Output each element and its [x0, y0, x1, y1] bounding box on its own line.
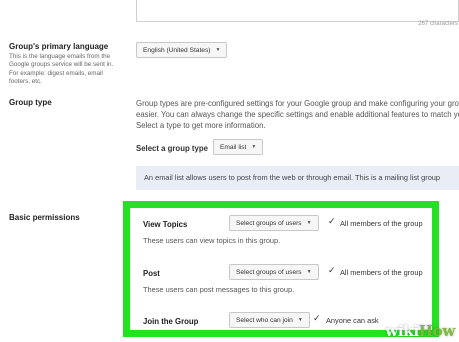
- checkmark-icon: ✓: [313, 313, 321, 323]
- language-label: Group's primary language: [9, 42, 109, 51]
- wikihow-logo-how: How: [418, 322, 456, 340]
- caret-down-icon: ▼: [306, 220, 312, 226]
- group-type-info-text: An email list allows users to post from …: [144, 173, 441, 182]
- join-group-value: Anyone can ask: [326, 316, 379, 325]
- group-type-value: Email list: [220, 143, 247, 151]
- checkmark-icon: ✓: [328, 265, 336, 275]
- view-topics-dropdown[interactable]: Select groups of users ▼: [229, 215, 319, 231]
- join-group-select-label: Select who can join: [236, 316, 293, 324]
- view-topics-description: These users can view topics in this grou…: [143, 236, 281, 245]
- language-value: English (United States): [143, 46, 211, 54]
- description-textarea[interactable]: 267 characters: [136, 0, 459, 27]
- caret-down-icon: ▼: [306, 269, 312, 275]
- permissions-panel: View Topics Select groups of users ▼ ✓ A…: [123, 201, 439, 337]
- group-type-dropdown[interactable]: Email list ▼: [213, 139, 264, 155]
- post-value: All members of the group: [340, 268, 423, 277]
- view-topics-value: All members of the group: [340, 219, 423, 228]
- language-description: This is the language emails from the Goo…: [9, 53, 114, 86]
- group-type-description-3: Select a type to get more information.: [136, 121, 266, 130]
- language-dropdown[interactable]: English (United States) ▼: [136, 42, 228, 58]
- group-type-select-label: Select a group type: [136, 144, 208, 153]
- group-type-label: Group type: [9, 98, 52, 107]
- view-topics-title: View Topics: [143, 220, 188, 229]
- wikihow-logo: wikiHow: [385, 322, 455, 340]
- post-title: Post: [143, 269, 160, 278]
- post-dropdown[interactable]: Select groups of users ▼: [229, 264, 319, 280]
- caret-down-icon: ▼: [215, 47, 221, 53]
- join-group-title: Join the Group: [143, 317, 199, 326]
- post-select-label: Select groups of users: [236, 268, 302, 276]
- join-group-dropdown[interactable]: Select who can join ▼: [229, 312, 310, 328]
- group-type-description-2: easier. You can always change the specif…: [136, 110, 459, 119]
- group-type-description-1: Group types are pre-configured settings …: [136, 99, 459, 108]
- caret-down-icon: ▼: [251, 144, 257, 150]
- view-topics-select-label: Select groups of users: [236, 219, 302, 227]
- group-type-info-box: An email list allows users to post from …: [136, 166, 459, 190]
- wikihow-logo-wiki: wiki: [385, 322, 419, 340]
- char-count: 267 characters: [418, 21, 458, 27]
- caret-down-icon: ▼: [297, 317, 303, 323]
- post-description: These users can post messages to this gr…: [143, 285, 295, 294]
- permissions-label: Basic permissions: [9, 213, 80, 222]
- checkmark-icon: ✓: [328, 216, 336, 226]
